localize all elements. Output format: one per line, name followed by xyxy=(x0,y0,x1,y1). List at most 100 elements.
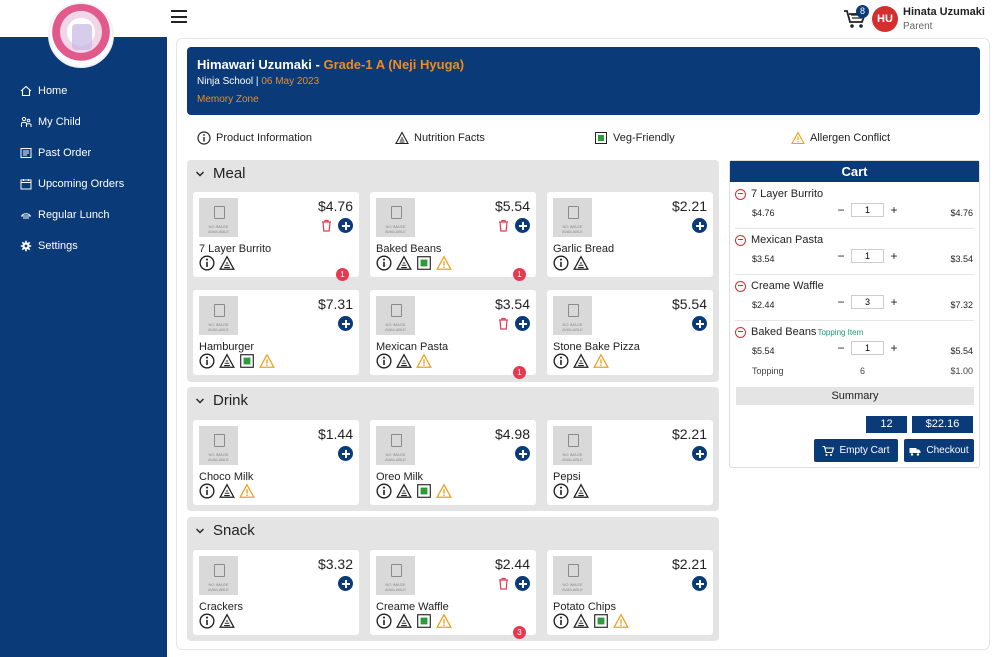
remove-item-icon[interactable] xyxy=(735,234,746,246)
nutrition-icon[interactable] xyxy=(573,613,589,629)
nutrition-icon[interactable] xyxy=(219,353,235,369)
allergen-icon[interactable] xyxy=(436,483,452,499)
nutrition-icon[interactable] xyxy=(219,483,235,499)
nutrition-icon[interactable] xyxy=(396,613,412,629)
remove-item-icon[interactable] xyxy=(735,188,746,200)
trash-icon[interactable] xyxy=(321,219,332,232)
nutrition-icon[interactable] xyxy=(396,353,412,369)
info-icon[interactable] xyxy=(199,483,215,499)
checkout-button[interactable]: Checkout xyxy=(904,439,974,462)
remove-item-icon[interactable] xyxy=(735,280,746,292)
add-button[interactable] xyxy=(692,576,707,591)
add-button[interactable] xyxy=(692,446,707,461)
allergen-icon[interactable] xyxy=(436,255,452,271)
product-card[interactable]: NO IMAGE AVAILABLE $5.54 Stone Bake Pizz… xyxy=(547,290,713,375)
info-icon[interactable] xyxy=(553,353,569,369)
add-button[interactable] xyxy=(338,576,353,591)
product-card[interactable]: NO IMAGE AVAILABLE $3.32 Crackers xyxy=(193,550,359,635)
category-header[interactable]: Meal xyxy=(195,165,246,182)
product-card[interactable]: NO IMAGE AVAILABLE $7.31 Hamburger xyxy=(193,290,359,375)
remove-item-icon[interactable] xyxy=(735,326,746,338)
nutrition-icon[interactable] xyxy=(573,255,589,271)
nutrition-icon[interactable] xyxy=(396,483,412,499)
nutrition-icon[interactable] xyxy=(573,353,589,369)
add-button[interactable] xyxy=(515,446,530,461)
product-card[interactable]: NO IMAGE AVAILABLE $2.21 Potato Chips xyxy=(547,550,713,635)
nutrition-icon[interactable] xyxy=(573,483,589,499)
quantity-input[interactable] xyxy=(851,249,884,263)
nutrition-icon[interactable] xyxy=(219,613,235,629)
info-icon[interactable] xyxy=(376,483,392,499)
decrement-button[interactable]: − xyxy=(835,203,847,217)
allergen-icon[interactable] xyxy=(593,353,609,369)
product-card[interactable]: NO IMAGE AVAILABLE $4.98 Oreo Milk xyxy=(370,420,536,505)
info-icon[interactable] xyxy=(553,483,569,499)
product-card[interactable]: NO IMAGE AVAILABLE $3.54 Mexican Pasta 1 xyxy=(370,290,536,379)
decrement-button[interactable]: − xyxy=(835,249,847,263)
product-card[interactable]: NO IMAGE AVAILABLE $2.21 Pepsi xyxy=(547,420,713,505)
sidebar-item-my-child[interactable]: My Child xyxy=(0,106,167,137)
add-button[interactable] xyxy=(338,446,353,461)
category-header[interactable]: Snack xyxy=(195,522,255,539)
info-icon[interactable] xyxy=(199,255,215,271)
info-icon[interactable] xyxy=(553,255,569,271)
nutrition-icon[interactable] xyxy=(396,255,412,271)
product-card[interactable]: NO IMAGE AVAILABLE $2.21 Garlic Bread xyxy=(547,192,713,277)
product-card[interactable]: NO IMAGE AVAILABLE $5.54 Baked Beans 1 xyxy=(370,192,536,281)
student-school-line: Ninja School | 06 May 2023 xyxy=(197,76,319,87)
avatar[interactable]: HU xyxy=(872,6,898,32)
add-button[interactable] xyxy=(692,218,707,233)
sidebar-item-settings[interactable]: Settings xyxy=(0,230,167,261)
sidebar-item-regular-lunch[interactable]: Regular Lunch xyxy=(0,199,167,230)
info-icon[interactable] xyxy=(199,353,215,369)
quantity-input[interactable] xyxy=(851,203,884,217)
allergen-icon[interactable] xyxy=(239,483,255,499)
veg-icon[interactable] xyxy=(416,483,432,499)
info-icon[interactable] xyxy=(376,613,392,629)
info-icon[interactable] xyxy=(376,255,392,271)
no-image-placeholder: NO IMAGE AVAILABLE xyxy=(553,426,592,465)
allergen-icon[interactable] xyxy=(613,613,629,629)
veg-icon[interactable] xyxy=(416,255,432,271)
product-name: Mexican Pasta xyxy=(376,341,449,353)
trash-icon[interactable] xyxy=(498,219,509,232)
add-button[interactable] xyxy=(692,316,707,331)
decrement-button[interactable]: − xyxy=(835,341,847,355)
add-button[interactable] xyxy=(338,316,353,331)
add-button[interactable] xyxy=(515,576,530,591)
info-icon[interactable] xyxy=(553,613,569,629)
add-button[interactable] xyxy=(515,218,530,233)
veg-icon[interactable] xyxy=(416,613,432,629)
product-icons xyxy=(376,353,436,369)
info-icon[interactable] xyxy=(376,353,392,369)
allergen-icon[interactable] xyxy=(436,613,452,629)
veg-icon[interactable] xyxy=(593,613,609,629)
sidebar-item-upcoming-orders[interactable]: Upcoming Orders xyxy=(0,168,167,199)
product-name: Baked Beans xyxy=(376,243,442,255)
add-button[interactable] xyxy=(515,316,530,331)
allergen-icon[interactable] xyxy=(416,353,432,369)
sidebar-item-home[interactable]: Home xyxy=(0,75,167,106)
trash-icon[interactable] xyxy=(498,317,509,330)
quantity-input[interactable] xyxy=(851,341,884,355)
info-icon[interactable] xyxy=(199,613,215,629)
increment-button[interactable]: + xyxy=(888,341,900,355)
no-image-placeholder: NO IMAGE AVAILABLE xyxy=(199,198,238,237)
veg-icon[interactable] xyxy=(239,353,255,369)
category-header[interactable]: Drink xyxy=(195,392,248,409)
increment-button[interactable]: + xyxy=(888,295,900,309)
product-card[interactable]: NO IMAGE AVAILABLE $2.44 Creame Waffle 3 xyxy=(370,550,536,639)
sidebar-item-past-order[interactable]: Past Order xyxy=(0,137,167,168)
increment-button[interactable]: + xyxy=(888,249,900,263)
product-card[interactable]: NO IMAGE AVAILABLE $4.76 7 Layer Burrito… xyxy=(193,192,359,281)
increment-button[interactable]: + xyxy=(888,203,900,217)
trash-icon[interactable] xyxy=(498,577,509,590)
nutrition-icon[interactable] xyxy=(219,255,235,271)
quantity-input[interactable] xyxy=(851,295,884,309)
allergen-icon[interactable] xyxy=(259,353,275,369)
decrement-button[interactable]: − xyxy=(835,295,847,309)
add-button[interactable] xyxy=(338,218,353,233)
product-card[interactable]: NO IMAGE AVAILABLE $1.44 Choco Milk xyxy=(193,420,359,505)
menu-icon[interactable] xyxy=(171,10,187,24)
empty-cart-button[interactable]: Empty Cart xyxy=(814,439,898,462)
